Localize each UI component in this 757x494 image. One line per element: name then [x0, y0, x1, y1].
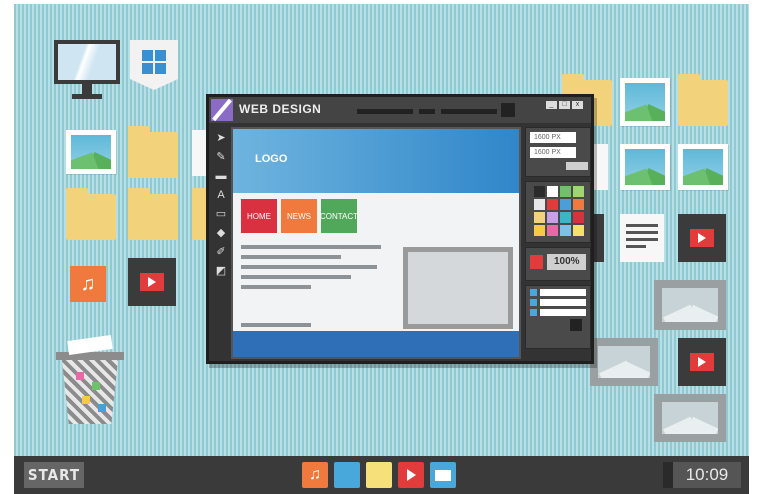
folder-icon[interactable] — [128, 126, 178, 178]
window-title: WEB DESIGN — [239, 102, 322, 116]
photo-file-icon[interactable] — [620, 144, 670, 190]
folder-icon[interactable] — [66, 188, 116, 240]
color-swatch[interactable] — [534, 212, 545, 223]
image-placeholder-icon[interactable] — [654, 280, 726, 330]
color-swatch[interactable] — [534, 186, 545, 197]
width-field[interactable]: 1600 PX — [530, 132, 576, 143]
color-swatch[interactable] — [560, 225, 571, 236]
text-line — [241, 245, 381, 249]
image-placeholder-icon[interactable] — [590, 338, 658, 386]
document-icon[interactable] — [620, 214, 664, 262]
video-app-icon[interactable] — [398, 462, 424, 488]
video-file-icon[interactable] — [678, 338, 726, 386]
folder-icon[interactable] — [192, 188, 214, 240]
rectangle-tool-icon[interactable]: ▭ — [213, 206, 229, 222]
music-app-icon[interactable]: ♫ — [302, 462, 328, 488]
start-button[interactable]: START — [24, 462, 84, 488]
title-bar[interactable]: WEB DESIGN _ □ x — [209, 97, 591, 123]
page-footer — [233, 331, 519, 357]
image-placeholder-icon[interactable] — [654, 394, 726, 442]
folder-app-icon[interactable] — [334, 462, 360, 488]
color-swatch[interactable] — [547, 186, 558, 197]
apply-button[interactable] — [566, 162, 588, 170]
color-swatch[interactable] — [573, 212, 584, 223]
color-swatch[interactable] — [534, 199, 545, 210]
height-field[interactable]: 1600 PX — [530, 147, 576, 158]
color-palette-panel — [525, 181, 591, 243]
video-file-icon[interactable] — [678, 214, 726, 262]
photo-file-icon[interactable] — [678, 144, 728, 190]
folder-icon[interactable] — [678, 74, 728, 126]
layer-row[interactable] — [530, 309, 586, 316]
text-line — [241, 275, 351, 279]
maximize-button[interactable]: □ — [559, 101, 570, 109]
layer-row[interactable] — [530, 299, 586, 306]
chat-app-icon[interactable] — [366, 462, 392, 488]
color-swatch[interactable] — [560, 212, 571, 223]
web-design-window[interactable]: WEB DESIGN _ □ x ➤ ✎ ▬ A ▭ ◆ ✐ ◩ LOGO HO… — [206, 94, 594, 364]
text-line — [241, 285, 311, 289]
document-icon[interactable] — [192, 130, 206, 176]
layers-panel — [525, 285, 591, 349]
logo-text: LOGO — [255, 153, 288, 165]
nav-home-button[interactable]: HOME — [241, 199, 277, 233]
zoom-level[interactable]: 100% — [547, 254, 586, 270]
color-swatch[interactable] — [560, 186, 571, 197]
tool-palette: ➤ ✎ ▬ A ▭ ◆ ✐ ◩ — [211, 127, 231, 297]
color-swatch[interactable] — [573, 199, 584, 210]
photo-file-icon[interactable] — [66, 130, 116, 174]
text-line — [241, 265, 377, 269]
windows-logo-icon[interactable] — [130, 40, 178, 90]
text-tool-icon[interactable]: A — [213, 187, 229, 203]
video-file-icon[interactable] — [128, 258, 176, 306]
pointer-tool-icon[interactable]: ➤ — [213, 130, 229, 146]
menu-bar — [419, 109, 435, 114]
color-swatch[interactable] — [547, 225, 558, 236]
rectangle-fill-tool-icon[interactable]: ▬ — [213, 168, 229, 184]
app-logo-icon — [211, 99, 233, 121]
window-controls: _ □ x — [546, 101, 583, 109]
taskbar: START ♫ 10:09 — [14, 456, 749, 494]
pen-tool-icon[interactable]: ◆ — [213, 225, 229, 241]
brush-tool-icon[interactable]: ✎ — [213, 149, 229, 165]
close-button[interactable]: x — [572, 101, 583, 109]
minimize-button[interactable]: _ — [546, 101, 557, 109]
nav-news-button[interactable]: NEWS — [281, 199, 317, 233]
color-swatch[interactable] — [534, 225, 545, 236]
clock[interactable]: 10:09 — [663, 462, 741, 488]
image-placeholder — [403, 247, 513, 329]
square-icon — [501, 103, 515, 117]
zoom-panel: 100% — [525, 247, 591, 281]
menu-bar — [357, 109, 413, 114]
color-swatches — [526, 182, 590, 240]
music-file-icon[interactable]: ♫ — [70, 266, 106, 302]
text-line — [241, 323, 311, 327]
mail-app-icon[interactable] — [430, 462, 456, 488]
eraser-tool-icon[interactable]: ✐ — [213, 244, 229, 260]
monitor-icon[interactable] — [54, 40, 122, 108]
photo-file-icon[interactable] — [620, 78, 670, 126]
current-color-swatch[interactable] — [530, 255, 544, 269]
folder-icon[interactable] — [128, 188, 178, 240]
color-swatch[interactable] — [560, 199, 571, 210]
layer-row[interactable] — [530, 289, 586, 296]
menu-bar — [441, 109, 497, 114]
text-line — [241, 255, 341, 259]
color-swatch[interactable] — [547, 212, 558, 223]
color-swatch[interactable] — [573, 186, 584, 197]
design-canvas[interactable]: LOGO HOME NEWS CONTACT — [231, 127, 521, 359]
dimensions-panel: 1600 PX 1600 PX — [525, 127, 591, 177]
trash-bin-icon[interactable] — [56, 335, 124, 424]
color-swatch[interactable] — [547, 199, 558, 210]
hero-banner: LOGO — [233, 129, 519, 193]
document-icon[interactable] — [594, 144, 608, 190]
color-swap-tool-icon[interactable]: ◩ — [213, 263, 229, 279]
nav-contact-button[interactable]: CONTACT — [320, 199, 358, 233]
color-swatch[interactable] — [573, 225, 584, 236]
layer-options-icon[interactable] — [570, 319, 582, 331]
video-file-icon[interactable] — [594, 214, 604, 262]
